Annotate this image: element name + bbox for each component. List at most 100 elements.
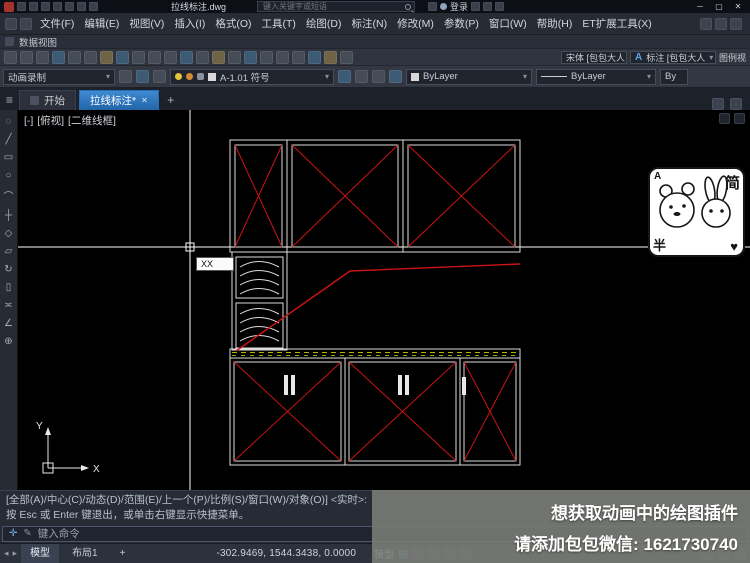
search-box[interactable] [257,1,416,12]
zoom-window-icon[interactable] [228,50,241,64]
account-icon[interactable] [428,2,438,11]
new-file-icon[interactable] [29,2,38,11]
menu-item-parametric[interactable]: 参数(P) [439,16,484,31]
menu-item-insert[interactable]: 插入(I) [169,16,210,31]
panel-icon[interactable] [730,17,742,30]
gear-icon[interactable] [136,70,149,83]
publish-icon[interactable] [84,50,97,64]
tab-drawing-active[interactable]: 拉线标注* ✕ [79,90,159,110]
line-tool-icon[interactable]: ╱ [5,134,11,145]
cut-icon[interactable] [100,50,113,64]
chevron-down-icon[interactable]: ▾ [709,53,713,62]
layer-states-icon[interactable] [338,70,351,83]
arc-tool-icon[interactable]: ⌒ [4,188,14,203]
layout-back-icon[interactable]: ◂ [4,548,9,559]
layout-forward-icon[interactable]: ▸ [13,548,18,559]
designcenter-icon[interactable] [276,50,289,64]
undo-icon[interactable] [164,50,177,64]
model-space-canvas[interactable]: Y X [-] [俯视] [二维线框] XX A 半 简 ♥ [18,110,750,490]
new-icon[interactable] [4,50,17,64]
undo-icon[interactable] [77,2,86,11]
chevron-down-icon[interactable]: ▾ [523,72,527,81]
overflow-icon[interactable] [730,98,742,110]
tab-start[interactable]: 开始 [19,90,77,110]
layer-lock-icon[interactable] [197,73,204,80]
legend-view-label[interactable]: 图例视 [719,51,746,64]
menu-item-express-tools[interactable]: ET扩展工具(X) [577,16,656,31]
plot-icon[interactable] [65,2,74,11]
match-properties-icon[interactable] [148,50,161,64]
paste-icon[interactable] [132,50,145,64]
dataview-label[interactable]: 数据视图 [19,35,57,49]
sheetset-icon[interactable] [308,50,321,64]
help-icon[interactable] [495,2,505,11]
open-file-icon[interactable] [41,2,50,11]
dim-style-combo[interactable]: A 标注 [包包大人 ▾ [629,50,716,64]
menu-item-format[interactable]: 格式(O) [210,16,256,31]
search-icon[interactable] [405,3,412,10]
app-logo-icon[interactable] [4,1,14,12]
record-combo[interactable]: 动画录制 ▾ [3,68,115,85]
color-combo[interactable]: ByLayer ▾ [406,68,532,85]
dataview-icon[interactable] [5,37,14,46]
menu-item-edit[interactable]: 编辑(E) [79,16,124,31]
save-file-icon[interactable] [53,2,62,11]
toolpalette-icon[interactable] [292,50,305,64]
menu-grid-icon[interactable] [5,17,17,30]
lineweight-combo[interactable]: By [660,68,688,85]
workspace-icon[interactable] [17,2,26,11]
tab-menu-icon[interactable]: ≡ [6,93,13,107]
layer-properties-icon[interactable] [153,70,166,83]
record-play-icon[interactable] [119,70,132,83]
pencil-tool-icon[interactable] [712,98,724,110]
redo-icon[interactable] [89,2,98,11]
hatch-tool-icon[interactable]: ▱ [5,246,13,257]
quickcalc-icon[interactable] [340,50,353,64]
minimize-button[interactable]: ─ [692,2,708,11]
pan-icon[interactable] [196,50,209,64]
layer-thaw-sun-icon[interactable] [186,73,193,80]
zoom-realtime-icon[interactable] [212,50,225,64]
close-tab-icon[interactable]: ✕ [141,96,148,105]
copy-icon[interactable] [116,50,129,64]
menu-item-tools[interactable]: 工具(T) [257,16,301,31]
markup-icon[interactable] [324,50,337,64]
chevron-down-icon[interactable]: ▾ [106,72,110,81]
linetype-combo[interactable]: ByLayer ▾ [536,68,656,85]
menu-item-draw[interactable]: 绘图(D) [301,16,347,31]
open-icon[interactable] [20,50,33,64]
mirror-tool-icon[interactable]: ≍ [4,300,12,311]
copy-tool-icon[interactable]: ▯ [6,282,12,293]
rectangle-tool-icon[interactable]: ▭ [4,152,13,163]
share-icon[interactable] [471,2,481,11]
user-avatar-icon[interactable] [440,3,448,10]
maximize-button[interactable]: ▢ [711,2,727,11]
menu-star-icon[interactable] [20,17,32,30]
circle-tool-icon[interactable]: ○ [5,170,11,181]
add-layout-button[interactable]: + [111,544,135,563]
layout-tab-layout1[interactable]: 布局1 [63,544,107,563]
block-tool-icon[interactable]: ⊕ [4,336,12,347]
move-tool-icon[interactable]: ┼ [5,210,12,221]
layout-tab-model[interactable]: 模型 [21,543,60,563]
layer-off-icon[interactable] [389,70,402,83]
zoom-previous-icon[interactable] [244,50,257,64]
chevron-down-icon[interactable]: ▾ [325,72,329,81]
panel-icon[interactable] [700,17,712,30]
search-input[interactable] [261,1,403,12]
panel-icon[interactable] [715,17,727,30]
command-placeholder[interactable]: 键入命令 [38,526,80,541]
save-icon[interactable] [36,50,49,64]
close-button[interactable]: ✕ [730,2,746,11]
menu-item-dimension[interactable]: 标注(N) [347,16,393,31]
steering-wheel-icon[interactable] [719,113,730,124]
polygon-tool-icon[interactable]: ◇ [5,228,13,239]
select-tool-icon[interactable]: ◌ [6,116,12,127]
layer-isolate-icon[interactable] [355,70,368,83]
preview-icon[interactable] [68,50,81,64]
layer-on-bulb-icon[interactable] [175,73,182,80]
text-style-combo[interactable]: 宋体 [包包大人 ▾ [560,50,627,64]
visual-style-control[interactable]: [二维线框] [68,115,116,127]
properties-icon[interactable] [260,50,273,64]
layer-combo[interactable]: A-1.01 符号 ▾ [170,68,334,85]
